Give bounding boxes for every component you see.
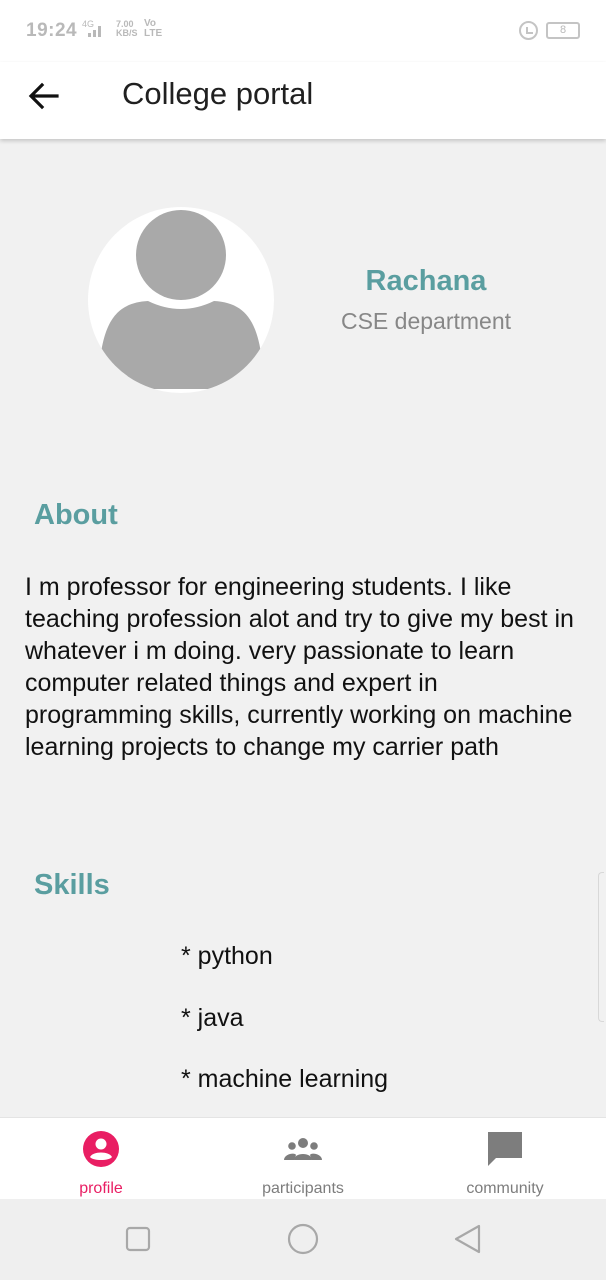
about-heading: About xyxy=(34,499,118,531)
nav-label-profile: profile xyxy=(79,1180,123,1197)
arrow-back-icon xyxy=(28,82,59,110)
network-speed: 7.00 KB/S xyxy=(116,20,138,38)
bottom-navigation: profile participants community xyxy=(0,1117,606,1199)
about-text: I m professor for engineering students. … xyxy=(25,573,574,761)
nav-item-profile[interactable]: profile xyxy=(0,1118,202,1200)
status-bar: 19:24 4G 7.00 KB/S Vo LTE 8 xyxy=(0,0,606,62)
battery-icon: 8 xyxy=(546,22,580,39)
profile-department: CSE department xyxy=(340,308,512,334)
signal-icon: 4G xyxy=(82,20,112,37)
skill-item: * java xyxy=(181,1004,244,1032)
skills-heading: Skills xyxy=(34,869,110,901)
chat-icon xyxy=(488,1132,522,1166)
home-icon[interactable] xyxy=(285,1221,321,1257)
back-icon[interactable] xyxy=(450,1221,486,1257)
nav-item-participants[interactable]: participants xyxy=(202,1118,404,1200)
avatar xyxy=(88,207,274,393)
skill-item: * machine learning xyxy=(181,1065,389,1093)
person-icon xyxy=(98,210,264,389)
battery-level: 8 xyxy=(559,24,567,36)
system-navigation-bar xyxy=(0,1199,606,1280)
group-icon xyxy=(284,1138,322,1160)
alarm-icon xyxy=(519,21,538,40)
account-circle-icon xyxy=(83,1131,119,1167)
profile-name: Rachana xyxy=(365,265,487,297)
status-time: 19:24 xyxy=(26,20,78,41)
nav-label-participants: participants xyxy=(262,1180,344,1197)
volte-indicator: Vo LTE xyxy=(144,18,163,39)
page-title: College portal xyxy=(122,76,314,111)
nav-label-community: community xyxy=(466,1180,544,1197)
app-bar: College portal xyxy=(0,62,606,139)
network-speed-unit: KB/S xyxy=(116,28,138,38)
back-button[interactable] xyxy=(22,74,66,118)
scrollbar[interactable] xyxy=(598,872,604,1022)
nav-item-community[interactable]: community xyxy=(404,1118,606,1200)
recents-icon[interactable] xyxy=(120,1221,156,1257)
skill-item: * python xyxy=(181,942,273,970)
